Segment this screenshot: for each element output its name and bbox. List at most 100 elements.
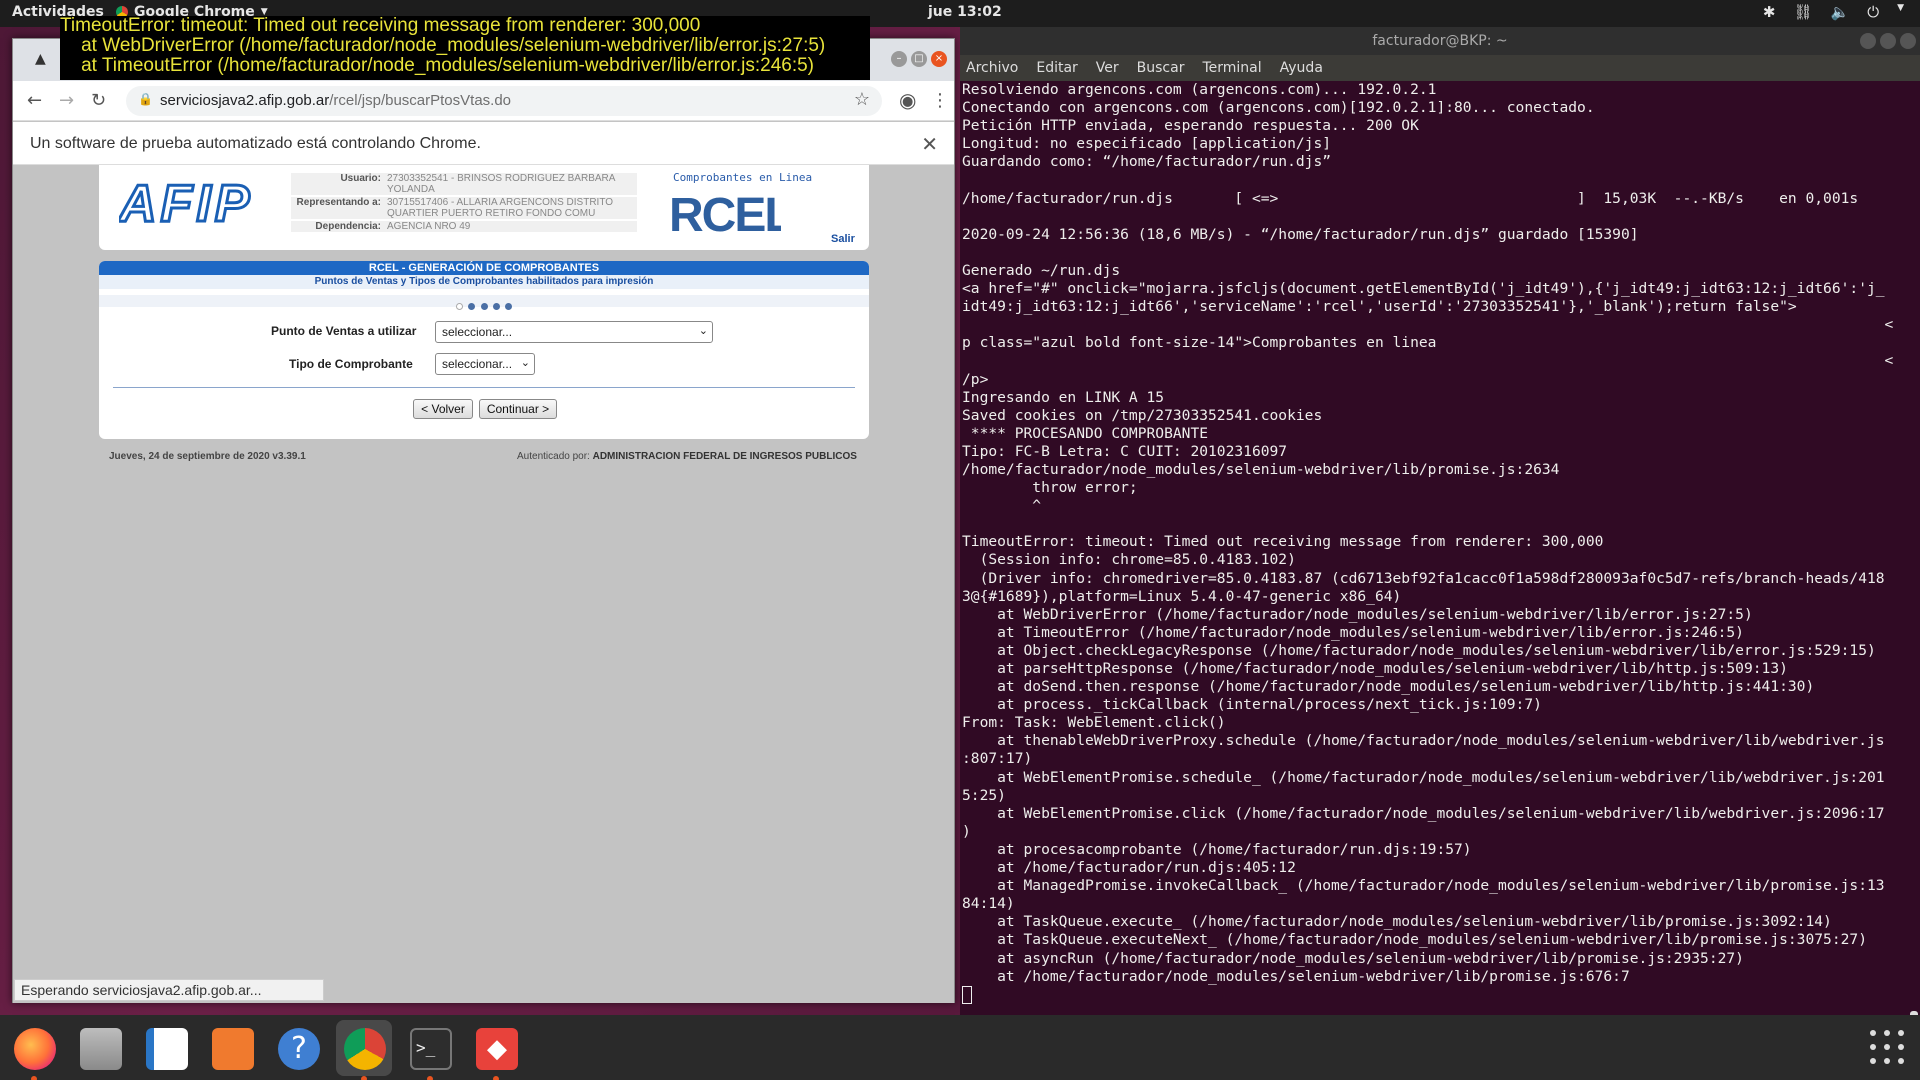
form-title: RCEL - GENERACIÓN DE COMPROBANTES <box>99 261 869 275</box>
tipo-comprobante-select[interactable]: seleccionar... ⌄ <box>435 353 535 375</box>
form-subtitle: Puntos de Ventas y Tipos de Comprobantes… <box>99 275 869 289</box>
terminal-output[interactable]: Resolviendo argencons.com (argencons.com… <box>960 81 1906 1017</box>
chrome-window: ▲ – □ × ← → ↻ 🔒 serviciosjava2.afip.gob.… <box>12 38 955 1003</box>
error-overlay: TimeoutError: timeout: Timed out receivi… <box>60 16 870 80</box>
url-domain: serviciosjava2.afip.gob.ar <box>160 92 330 109</box>
terminal-icon: >_ <box>410 1028 452 1070</box>
progress-steps <box>99 295 869 310</box>
close-icon[interactable]: ✕ <box>921 132 938 157</box>
step-dot <box>456 303 464 310</box>
afip-tab-icon[interactable]: ▲ <box>35 51 46 67</box>
footer-auth-prefix: Autenticado por: <box>517 451 590 462</box>
profile-icon[interactable]: ◉ <box>899 88 916 112</box>
tipo-comprobante-label: Tipo de Comprobante <box>289 357 413 371</box>
afip-header: AFIP Usuario: 27303352541 - BRINSOS RODR… <box>99 165 869 250</box>
maximize-button[interactable] <box>1880 33 1896 49</box>
menu-archivo[interactable]: Archivo <box>966 60 1018 81</box>
chevron-down-icon[interactable]: ▼ <box>1897 3 1904 21</box>
tipo-comprobante-value: seleccionar... <box>442 357 513 371</box>
help-icon: ? <box>278 1028 320 1070</box>
clock[interactable]: jue 13:02 <box>928 4 1002 20</box>
menu-terminal[interactable]: Terminal <box>1202 60 1261 81</box>
writer-icon <box>146 1028 188 1070</box>
punto-ventas-select[interactable]: seleccionar... ⌄ <box>435 321 713 343</box>
reload-button[interactable]: ↻ <box>91 90 106 111</box>
terminal-window: facturador@BKP: ~ Archivo Editar Ver Bus… <box>960 27 1920 1065</box>
afip-logo: AFIP <box>119 177 253 225</box>
dependencia-label: Dependencia: <box>291 221 385 232</box>
running-indicator <box>31 1076 37 1080</box>
minimize-button[interactable]: – <box>891 51 907 67</box>
close-button[interactable]: × <box>931 51 947 67</box>
step-dot <box>480 303 488 310</box>
lock-icon[interactable]: 🔒 <box>138 92 153 106</box>
rcel-logo: RCEL <box>669 189 781 237</box>
back-button[interactable]: ← <box>27 90 42 111</box>
running-indicator <box>427 1076 433 1080</box>
automation-infobar: Un software de prueba automatizado está … <box>13 122 954 165</box>
terminal-text: Resolviendo argencons.com (argencons.com… <box>962 81 1894 985</box>
dock-anydesk[interactable]: ◆ <box>468 1020 524 1080</box>
volume-icon[interactable]: 🔈 <box>1831 3 1850 21</box>
anydesk-icon: ◆ <box>476 1028 518 1070</box>
terminal-titlebar[interactable]: facturador@BKP: ~ <box>960 27 1920 55</box>
error-line: TimeoutError: timeout: Timed out receivi… <box>60 15 701 36</box>
minimize-button[interactable] <box>1860 33 1876 49</box>
menu-icon[interactable]: ⋮ <box>931 90 949 111</box>
dependencia-row: Dependencia: AGENCIA NRO 49 <box>291 221 637 232</box>
salir-link[interactable]: Salir <box>831 233 855 245</box>
form-card: RCEL - GENERACIÓN DE COMPROBANTES Puntos… <box>99 261 869 439</box>
dock-software[interactable] <box>204 1020 260 1076</box>
menu-buscar[interactable]: Buscar <box>1137 60 1185 81</box>
show-apps-icon[interactable] <box>1870 1030 1906 1066</box>
usuario-row: Usuario: 27303352541 - BRINSOS RODRIGUEZ… <box>291 173 637 195</box>
address-bar[interactable]: 🔒 serviciosjava2.afip.gob.ar/rcel/jsp/bu… <box>126 86 882 116</box>
continuar-button[interactable]: Continuar > <box>479 399 557 419</box>
status-bubble: Esperando serviciosjava2.afip.gob.ar... <box>14 979 324 1001</box>
dock-chrome[interactable] <box>336 1020 392 1080</box>
terminal-menubar: Archivo Editar Ver Buscar Terminal Ayuda <box>960 55 1920 81</box>
menu-ayuda[interactable]: Ayuda <box>1280 60 1323 81</box>
running-indicator <box>361 1076 367 1080</box>
star-icon[interactable]: ☆ <box>854 89 870 110</box>
chrome-toolbar: ← → ↻ 🔒 serviciosjava2.afip.gob.ar/rcel/… <box>13 81 954 121</box>
dock-help[interactable]: ? <box>270 1020 326 1076</box>
dock-firefox[interactable] <box>6 1020 62 1080</box>
footer-auth-org: ADMINISTRACION FEDERAL DE INGRESOS PUBLI… <box>592 451 857 462</box>
system-tray[interactable]: ✱ ⛓ 🔈 ⏻ ▼ <box>1763 3 1904 21</box>
page-content: AFIP Usuario: 27303352541 - BRINSOS RODR… <box>13 165 954 1003</box>
error-line: at TimeoutError (/home/facturador/node_m… <box>60 55 815 76</box>
dock-writer[interactable] <box>138 1020 194 1076</box>
running-indicator <box>493 1076 499 1080</box>
maximize-button[interactable]: □ <box>911 51 927 67</box>
chevron-down-icon: ⌄ <box>520 357 530 369</box>
dock-files[interactable] <box>72 1020 128 1076</box>
close-button[interactable] <box>1900 33 1916 49</box>
files-icon <box>80 1028 122 1070</box>
forward-button[interactable]: → <box>59 90 74 111</box>
url-path: /rcel/jsp/buscarPtosVtas.do <box>329 92 512 109</box>
representando-label: Representando a: <box>291 197 385 219</box>
step-dot <box>468 303 476 310</box>
menu-editar[interactable]: Editar <box>1036 60 1077 81</box>
rcel-tagline: Comprobantes en Linea <box>673 171 813 184</box>
power-icon[interactable]: ⏻ <box>1867 3 1879 21</box>
bluetooth-icon[interactable]: ✱ <box>1763 3 1776 21</box>
punto-ventas-value: seleccionar... <box>442 325 513 339</box>
footer-auth: Autenticado por: ADMINISTRACION FEDERAL … <box>517 451 857 462</box>
dock-terminal[interactable]: >_ <box>402 1020 458 1080</box>
footer-date-version: Jueves, 24 de septiembre de 2020 v3.39.1 <box>109 451 306 462</box>
step-dot <box>504 303 512 310</box>
form-divider <box>113 387 855 388</box>
terminal-scrollbar[interactable] <box>1908 81 1920 1065</box>
step-dot <box>492 303 500 310</box>
menu-ver[interactable]: Ver <box>1096 60 1119 81</box>
infobar-text: Un software de prueba automatizado está … <box>30 135 481 152</box>
punto-ventas-label: Punto de Ventas a utilizar <box>271 324 417 338</box>
network-icon[interactable]: ⛓ <box>1793 3 1812 21</box>
terminal-title: facturador@BKP: ~ <box>1372 33 1508 49</box>
representando-row: Representando a: 30715517406 - ALLARIA A… <box>291 197 637 219</box>
afip-logo-text: AFIP <box>119 177 253 225</box>
volver-button[interactable]: < Volver <box>413 399 473 419</box>
usuario-value: 27303352541 - BRINSOS RODRIGUEZ BARBARA … <box>385 173 637 195</box>
